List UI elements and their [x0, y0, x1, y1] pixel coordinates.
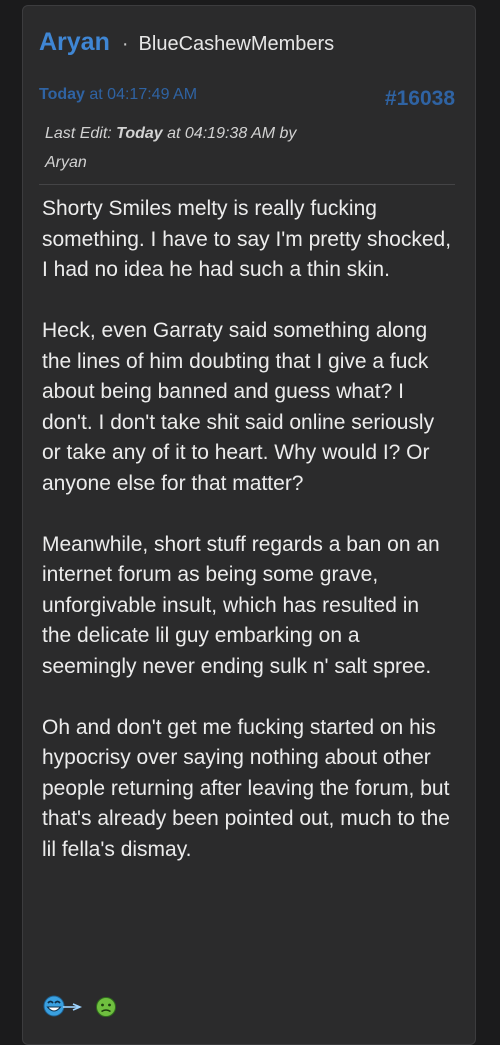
laughing-emoji-icon — [43, 994, 85, 1023]
post-header: Aryan · BlueCashewMembers — [39, 28, 334, 57]
sick-emoji-icon — [95, 996, 117, 1023]
post-date-link[interactable]: Today at 04:17:49 AM — [39, 86, 197, 104]
post-body: Shorty Smiles melty is really fucking so… — [42, 194, 452, 896]
last-edit-info: Last Edit: Today at 04:19:38 AM by Aryan — [45, 119, 345, 177]
post-paragraph-3: Meanwhile, short stuff regards a ban on … — [42, 532, 440, 678]
header-divider — [39, 184, 455, 185]
post-emojis — [43, 994, 117, 1023]
post-date-day: Today — [39, 86, 85, 103]
forum-post: Aryan · BlueCashewMembers Today at 04:17… — [22, 5, 476, 1045]
post-paragraph-1: Shorty Smiles melty is really fucking so… — [42, 197, 452, 281]
user-group-label: BlueCashewMembers — [138, 33, 335, 55]
last-edit-editor: Aryan — [45, 154, 87, 171]
post-paragraph-2: Heck, even Garraty said something along … — [42, 319, 435, 495]
post-date-time: at 04:17:49 AM — [89, 86, 198, 103]
last-edit-label: Last Edit: — [45, 125, 112, 142]
last-edit-time: at 04:19:38 AM by — [167, 125, 297, 142]
post-number-link[interactable]: #16038 — [385, 87, 455, 111]
post-paragraph-4: Oh and don't get me fucking started on h… — [42, 715, 450, 861]
header-separator: · — [121, 33, 129, 55]
last-edit-day: Today — [116, 125, 163, 142]
author-username-link[interactable]: Aryan — [39, 28, 110, 57]
